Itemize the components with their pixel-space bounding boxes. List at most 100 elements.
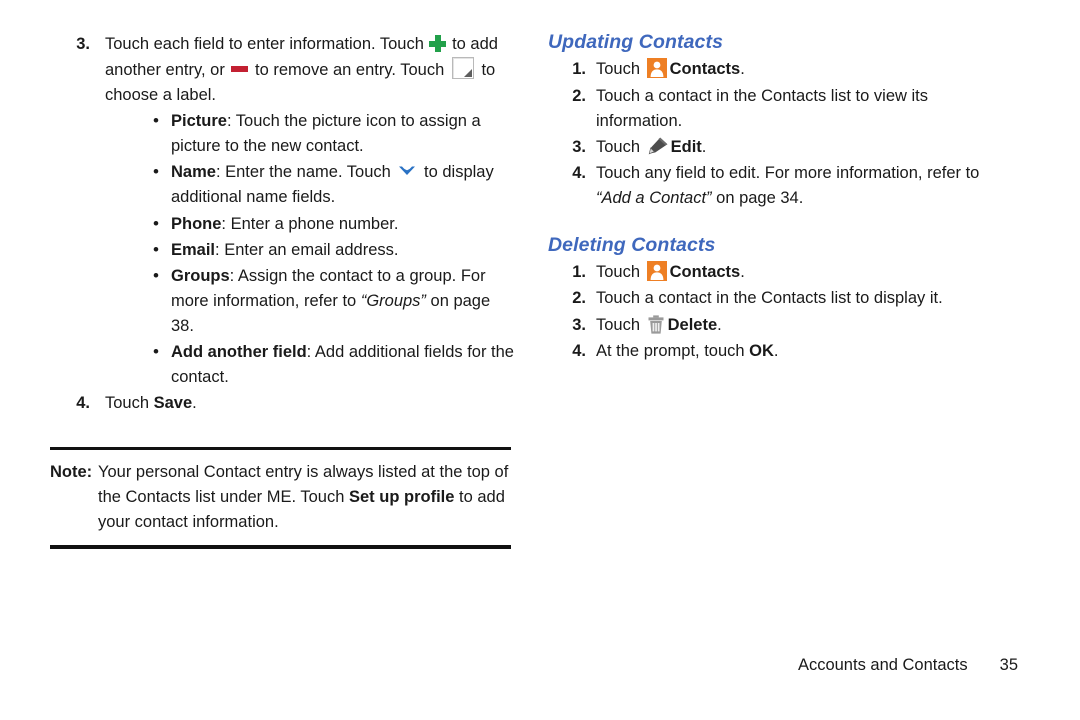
note-label: Note:	[50, 463, 93, 481]
step-4: 4. Touch Save.	[50, 391, 515, 416]
heading-updating-contacts: Updating Contacts	[548, 31, 724, 53]
step-text-b: on page 34.	[711, 188, 804, 207]
heading-deleting-contacts: Deleting Contacts	[548, 233, 716, 256]
bullet-term: Email	[171, 240, 216, 259]
document-page: 3. Touch each field to enter information…	[0, 0, 1080, 720]
step-text-b: .	[740, 263, 745, 282]
step-3-text-a: Touch each field to enter information. T…	[105, 35, 429, 53]
bullet-term: Groups	[171, 266, 230, 285]
ok-label: OK	[749, 341, 774, 360]
step-number: 3.	[76, 35, 90, 53]
deleting-step-3: 3. Touch Delete.	[548, 313, 1018, 338]
step-text-b: .	[717, 315, 722, 334]
deleting-step-2: 2. Touch a contact in the Contacts list …	[548, 286, 1018, 311]
bullet-text: : Enter an email address.	[215, 240, 399, 259]
step-number: 4.	[572, 341, 586, 360]
step-3: 3. Touch each field to enter information…	[50, 32, 515, 390]
contacts-label: Contacts	[669, 263, 741, 282]
cross-reference: “Groups”	[360, 291, 426, 310]
edit-label: Edit	[670, 137, 702, 156]
step-text: Touch Contacts.	[596, 58, 745, 79]
step-text-b: .	[773, 341, 779, 360]
footer-chapter-title: Accounts and Contacts	[797, 656, 968, 674]
step-text-b: .	[740, 60, 745, 79]
bullet-dot-icon: •	[153, 162, 159, 182]
note-text: Your personal Contact entry is always li…	[50, 460, 511, 536]
step-number: 2.	[572, 289, 586, 308]
step-text-a: Touch	[596, 263, 645, 282]
step-text-b: .	[701, 137, 707, 156]
step-4-text: Touch Save.	[105, 394, 197, 412]
deleting-step-1: 1. Touch Contacts.	[548, 260, 1018, 285]
updating-step-4: 4. Touch any field to edit. For more inf…	[548, 161, 1018, 211]
bullet-term: Phone	[171, 214, 222, 233]
left-column: 3. Touch each field to enter information…	[50, 32, 515, 417]
bullet-term: Name	[171, 163, 216, 182]
bullet-dot-icon: •	[153, 111, 159, 131]
bullet-dot-icon: •	[153, 341, 159, 361]
list-item-picture: • Picture: Touch the picture icon to ass…	[149, 109, 515, 159]
step-text-a: Touch	[596, 315, 645, 334]
save-label: Save	[153, 394, 193, 413]
step-text: Touch Edit.	[596, 137, 707, 156]
updating-step-1: 1. Touch Contacts.	[548, 57, 1018, 82]
chevron-down-icon	[398, 165, 416, 177]
deleting-step-4: 4. At the prompt, touch OK.	[548, 339, 1018, 364]
bullet-term: Add another field	[171, 342, 307, 361]
bullet-text: : Enter a phone number.	[221, 214, 399, 233]
step-text: Touch a contact in the Contacts list to …	[596, 86, 928, 130]
step-3-text: Touch each field to enter information. T…	[105, 35, 498, 104]
set-up-profile-label: Set up profile	[349, 488, 455, 507]
bullet-text-a: : Enter the name. Touch	[215, 163, 396, 182]
step-text-a: Touch	[596, 60, 645, 79]
contacts-label: Contacts	[669, 60, 741, 79]
edit-pencil-icon	[647, 137, 668, 155]
step-text: Touch any field to edit. For more inform…	[596, 164, 979, 207]
step-number: 2.	[572, 86, 586, 105]
updating-step-2: 2. Touch a contact in the Contacts list …	[548, 84, 1018, 134]
step-number: 3.	[572, 315, 586, 334]
step-3-bullet-list: • Picture: Touch the picture icon to ass…	[149, 109, 515, 390]
bullet-term: Picture	[171, 112, 227, 131]
plus-icon	[429, 35, 447, 52]
step-text-a: Touch	[596, 137, 645, 156]
right-column: Updating Contacts 1. Touch Contacts. 2. …	[548, 32, 1018, 365]
step-3-text-c: to remove an entry. Touch	[250, 61, 449, 80]
step-4-text-a: Touch	[105, 394, 154, 413]
step-number: 1.	[572, 60, 586, 79]
step-number: 4.	[76, 394, 90, 413]
bullet-dot-icon: •	[153, 213, 159, 233]
updating-step-3: 3. Touch Edit.	[548, 135, 1018, 160]
step-text-a: At the prompt, touch	[596, 341, 750, 360]
left-step-list: 3. Touch each field to enter information…	[50, 32, 515, 416]
list-item-groups: • Groups: Assign the contact to a group.…	[149, 264, 515, 339]
list-item-name: • Name: Enter the name. Touch to display…	[149, 160, 515, 210]
step-number: 3.	[572, 137, 586, 156]
updating-step-list: 1. Touch Contacts. 2. Touch a contact in…	[548, 57, 1018, 210]
minus-icon	[231, 66, 249, 73]
contacts-icon	[646, 58, 667, 79]
contacts-icon	[646, 261, 667, 282]
label-chooser-icon	[451, 57, 474, 80]
step-number: 1.	[572, 263, 586, 282]
bullet-dot-icon: •	[153, 265, 159, 285]
step-text: At the prompt, touch OK.	[596, 342, 779, 360]
bullet-dot-icon: •	[153, 239, 159, 259]
step-number: 4.	[572, 163, 586, 182]
step-text: Touch Contacts.	[596, 261, 745, 282]
footer-page-number: 35	[999, 656, 1018, 674]
note-body: Note: Your personal Contact entry is alw…	[50, 450, 511, 545]
list-item-email: • Email: Enter an email address.	[149, 238, 515, 263]
delete-label: Delete	[667, 315, 718, 334]
step-text: Touch a contact in the Contacts list to …	[596, 289, 943, 308]
trash-icon	[648, 314, 664, 334]
note-box: Note: Your personal Contact entry is alw…	[50, 447, 511, 549]
step-4-text-b: .	[192, 394, 197, 413]
list-item-phone: • Phone: Enter a phone number.	[149, 212, 515, 237]
note-rule-bottom	[50, 544, 511, 549]
page-footer: Accounts and Contacts 35	[0, 656, 1018, 675]
step-text: Touch Delete.	[596, 314, 722, 334]
cross-reference: “Add a Contact”	[596, 188, 712, 207]
deleting-step-list: 1. Touch Contacts. 2. Touch a contact in…	[548, 260, 1018, 363]
list-item-add-another-field: • Add another field: Add additional fiel…	[149, 340, 515, 390]
